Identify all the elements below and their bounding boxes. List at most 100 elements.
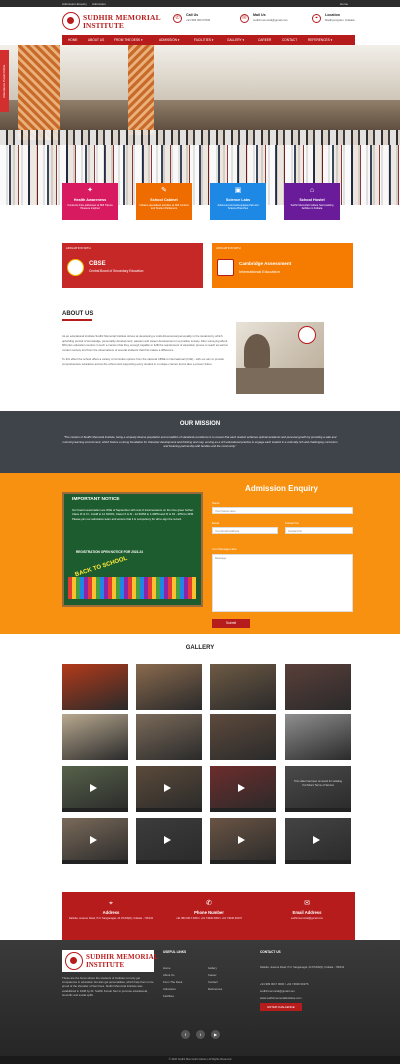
gallery-photo-thumb[interactable]	[210, 714, 276, 760]
twitter-icon[interactable]: t	[196, 1030, 205, 1039]
video-controls[interactable]	[285, 860, 351, 864]
nav-references[interactable]: REFERENCES ▾	[308, 38, 332, 42]
facebook-icon[interactable]: f	[181, 1030, 190, 1039]
hero-students-front	[0, 145, 400, 205]
play-icon[interactable]	[164, 784, 171, 792]
affiliation-cbse[interactable]: AFFILIATION WITH CBSE Central Board of S…	[62, 243, 203, 288]
email-field[interactable]: Your Email Address	[212, 527, 278, 534]
gallery-photo-thumb[interactable]	[285, 714, 351, 760]
footer-logo[interactable]: SUDHIR MEMORIAL INSTITUTE	[62, 950, 159, 972]
nav-home[interactable]: HOME	[68, 38, 78, 42]
play-icon[interactable]	[164, 836, 171, 844]
play-icon[interactable]	[238, 784, 245, 792]
feature-school-cabinet[interactable]: ✎ School Cabinet Initiates specialised a…	[136, 183, 192, 220]
nav-about[interactable]: ABOUT US	[88, 38, 104, 42]
phone-title: Phone Number	[194, 910, 224, 915]
contact-field[interactable]: Contact No	[285, 527, 353, 534]
gallery-photo-thumb[interactable]	[136, 714, 202, 760]
gallery-photo-thumb[interactable]	[210, 664, 276, 710]
video-controls[interactable]	[136, 860, 202, 864]
registration-notice[interactable]: REGISTRATION OPEN NOTICE FOR 2023-24	[76, 550, 143, 554]
feature-school-hostel[interactable]: ⌂ School Hostel Sudhir Memorial Institut…	[284, 183, 340, 220]
play-icon[interactable]	[90, 836, 97, 844]
gallery-photo-thumb[interactable]	[285, 664, 351, 710]
footer-email[interactable]: sudhirmemorial@gmail.com	[260, 989, 295, 993]
feature-title: Health Awareness	[73, 198, 107, 202]
nav-contact[interactable]: CONTACT	[282, 38, 297, 42]
topbar-link-enquiry[interactable]: Admission Enquiry	[62, 2, 87, 6]
nav-career[interactable]: CAREER	[258, 38, 271, 42]
nav-facilities[interactable]: FACILITIES ▾	[194, 38, 213, 42]
top-bar: Admission Enquiry Admission Home	[0, 0, 400, 7]
play-icon[interactable]	[90, 784, 97, 792]
video-controls[interactable]	[285, 808, 351, 812]
attendance-side-tab[interactable]: Attendance Portal Online	[0, 50, 9, 112]
email-title: Email Address	[292, 910, 322, 915]
call-value[interactable]: +91 983 000 07000	[186, 18, 210, 22]
footer-link-about[interactable]: About Us	[163, 973, 175, 977]
footer-link-contact[interactable]: Contact	[208, 980, 218, 984]
pencils-illustration	[68, 577, 196, 599]
video-controls[interactable]	[62, 860, 128, 864]
footer-link-home[interactable]: Home	[163, 966, 170, 970]
school-emblem-icon	[65, 952, 83, 970]
footer-link-career[interactable]: Career	[208, 973, 217, 977]
gallery-video-thumb[interactable]	[210, 766, 276, 812]
notice-heading: IMPORTANT NOTICE	[72, 497, 120, 502]
play-icon[interactable]	[313, 836, 320, 844]
phone-block: ✆ Phone Number +91 983 0017 0000 / +91 7…	[160, 900, 258, 921]
nav-gallery[interactable]: GALLERY ▾	[227, 38, 244, 42]
footer-link-desk[interactable]: From The Desk	[163, 980, 182, 984]
footer-link-gallery[interactable]: Gallery	[208, 966, 217, 970]
mail-value[interactable]: sudhirmemorial@gmail.com	[253, 18, 288, 22]
footer-link-references[interactable]: References	[208, 987, 222, 991]
call-title: Call Us	[186, 13, 199, 17]
nav-admission[interactable]: ADMISSION ▾	[159, 38, 179, 42]
play-icon[interactable]	[238, 836, 245, 844]
about-heading: ABOUT US	[62, 311, 94, 317]
footer-logo-line1: SUDHIR MEMORIAL	[86, 953, 159, 961]
footer-logo-line2: INSTITUTE	[86, 961, 125, 969]
video-controls[interactable]	[210, 808, 276, 812]
video-controls[interactable]	[210, 860, 276, 864]
feature-health-awareness[interactable]: ✦ Health Awareness Conducts drive addres…	[62, 183, 118, 220]
gallery-video-thumb[interactable]	[62, 818, 128, 864]
footer-link-facilities[interactable]: Facilities	[163, 994, 174, 998]
message-textarea[interactable]: Message	[212, 554, 353, 612]
gallery-video-thumb[interactable]	[136, 818, 202, 864]
gallery-photo-thumb[interactable]	[62, 714, 128, 760]
gallery-video-thumb[interactable]	[136, 766, 202, 812]
school-logo[interactable]: SUDHIR MEMORIAL INSTITUTE	[62, 11, 161, 33]
founder-portrait	[244, 334, 270, 368]
gallery-video-thumb[interactable]	[62, 766, 128, 812]
footer-phone[interactable]: +91 983 0017 0000 / +91 74930 00276	[260, 982, 308, 986]
submit-button[interactable]: Submit	[212, 619, 250, 628]
video-controls[interactable]	[62, 808, 128, 812]
gallery-video-thumb[interactable]	[285, 818, 351, 864]
phone-value[interactable]: +91 983 0017 0000 / +91 74930 0000 / +91…	[160, 917, 258, 921]
cbse-seal-icon	[67, 259, 84, 276]
affiliation-cambridge[interactable]: AFFILIATION WITH Cambridge Assessment In…	[212, 243, 353, 288]
affiliation-sub: Central Board of Secondary Education	[89, 269, 144, 273]
gallery-video-thumb[interactable]	[210, 818, 276, 864]
useful-links-heading: USEFUL LINKS	[163, 950, 187, 954]
contact-label: Contact No	[285, 521, 299, 525]
email-value[interactable]: sudhirmemorial@gmail.com	[258, 917, 356, 921]
name-field[interactable]: Your Name Here	[212, 507, 353, 514]
gallery-photo-thumb[interactable]	[62, 664, 128, 710]
address-value: Daltulla, Jessore Road, P.O: Sanganagar,…	[68, 917, 154, 920]
topbar-link-home[interactable]: Home	[340, 2, 348, 6]
nav-from-desk[interactable]: FROM THE DESK ▾	[114, 38, 143, 42]
footer-enquiry-button[interactable]: ENTER CHALLENGE	[260, 1003, 302, 1011]
mail-icon: ✉	[240, 14, 249, 23]
gallery-video-thumb[interactable]: This video has been removed for violatin…	[285, 766, 351, 812]
footer-link-admission[interactable]: Admission	[163, 987, 176, 991]
footer-website[interactable]: www.sudhirmemorialinstitute.com	[260, 996, 302, 1000]
topbar-link-admission[interactable]: Admission	[92, 2, 106, 6]
youtube-icon[interactable]: ▶	[211, 1030, 220, 1039]
feature-science-labs[interactable]: ▣ Science Labs Advanced and well-equippe…	[210, 183, 266, 220]
logo-text-line2: INSTITUTE	[83, 21, 124, 30]
video-controls[interactable]	[136, 808, 202, 812]
gallery-photo-thumb[interactable]	[136, 664, 202, 710]
about-paragraph-1: As an educational institute Sudhir Memor…	[62, 334, 228, 352]
